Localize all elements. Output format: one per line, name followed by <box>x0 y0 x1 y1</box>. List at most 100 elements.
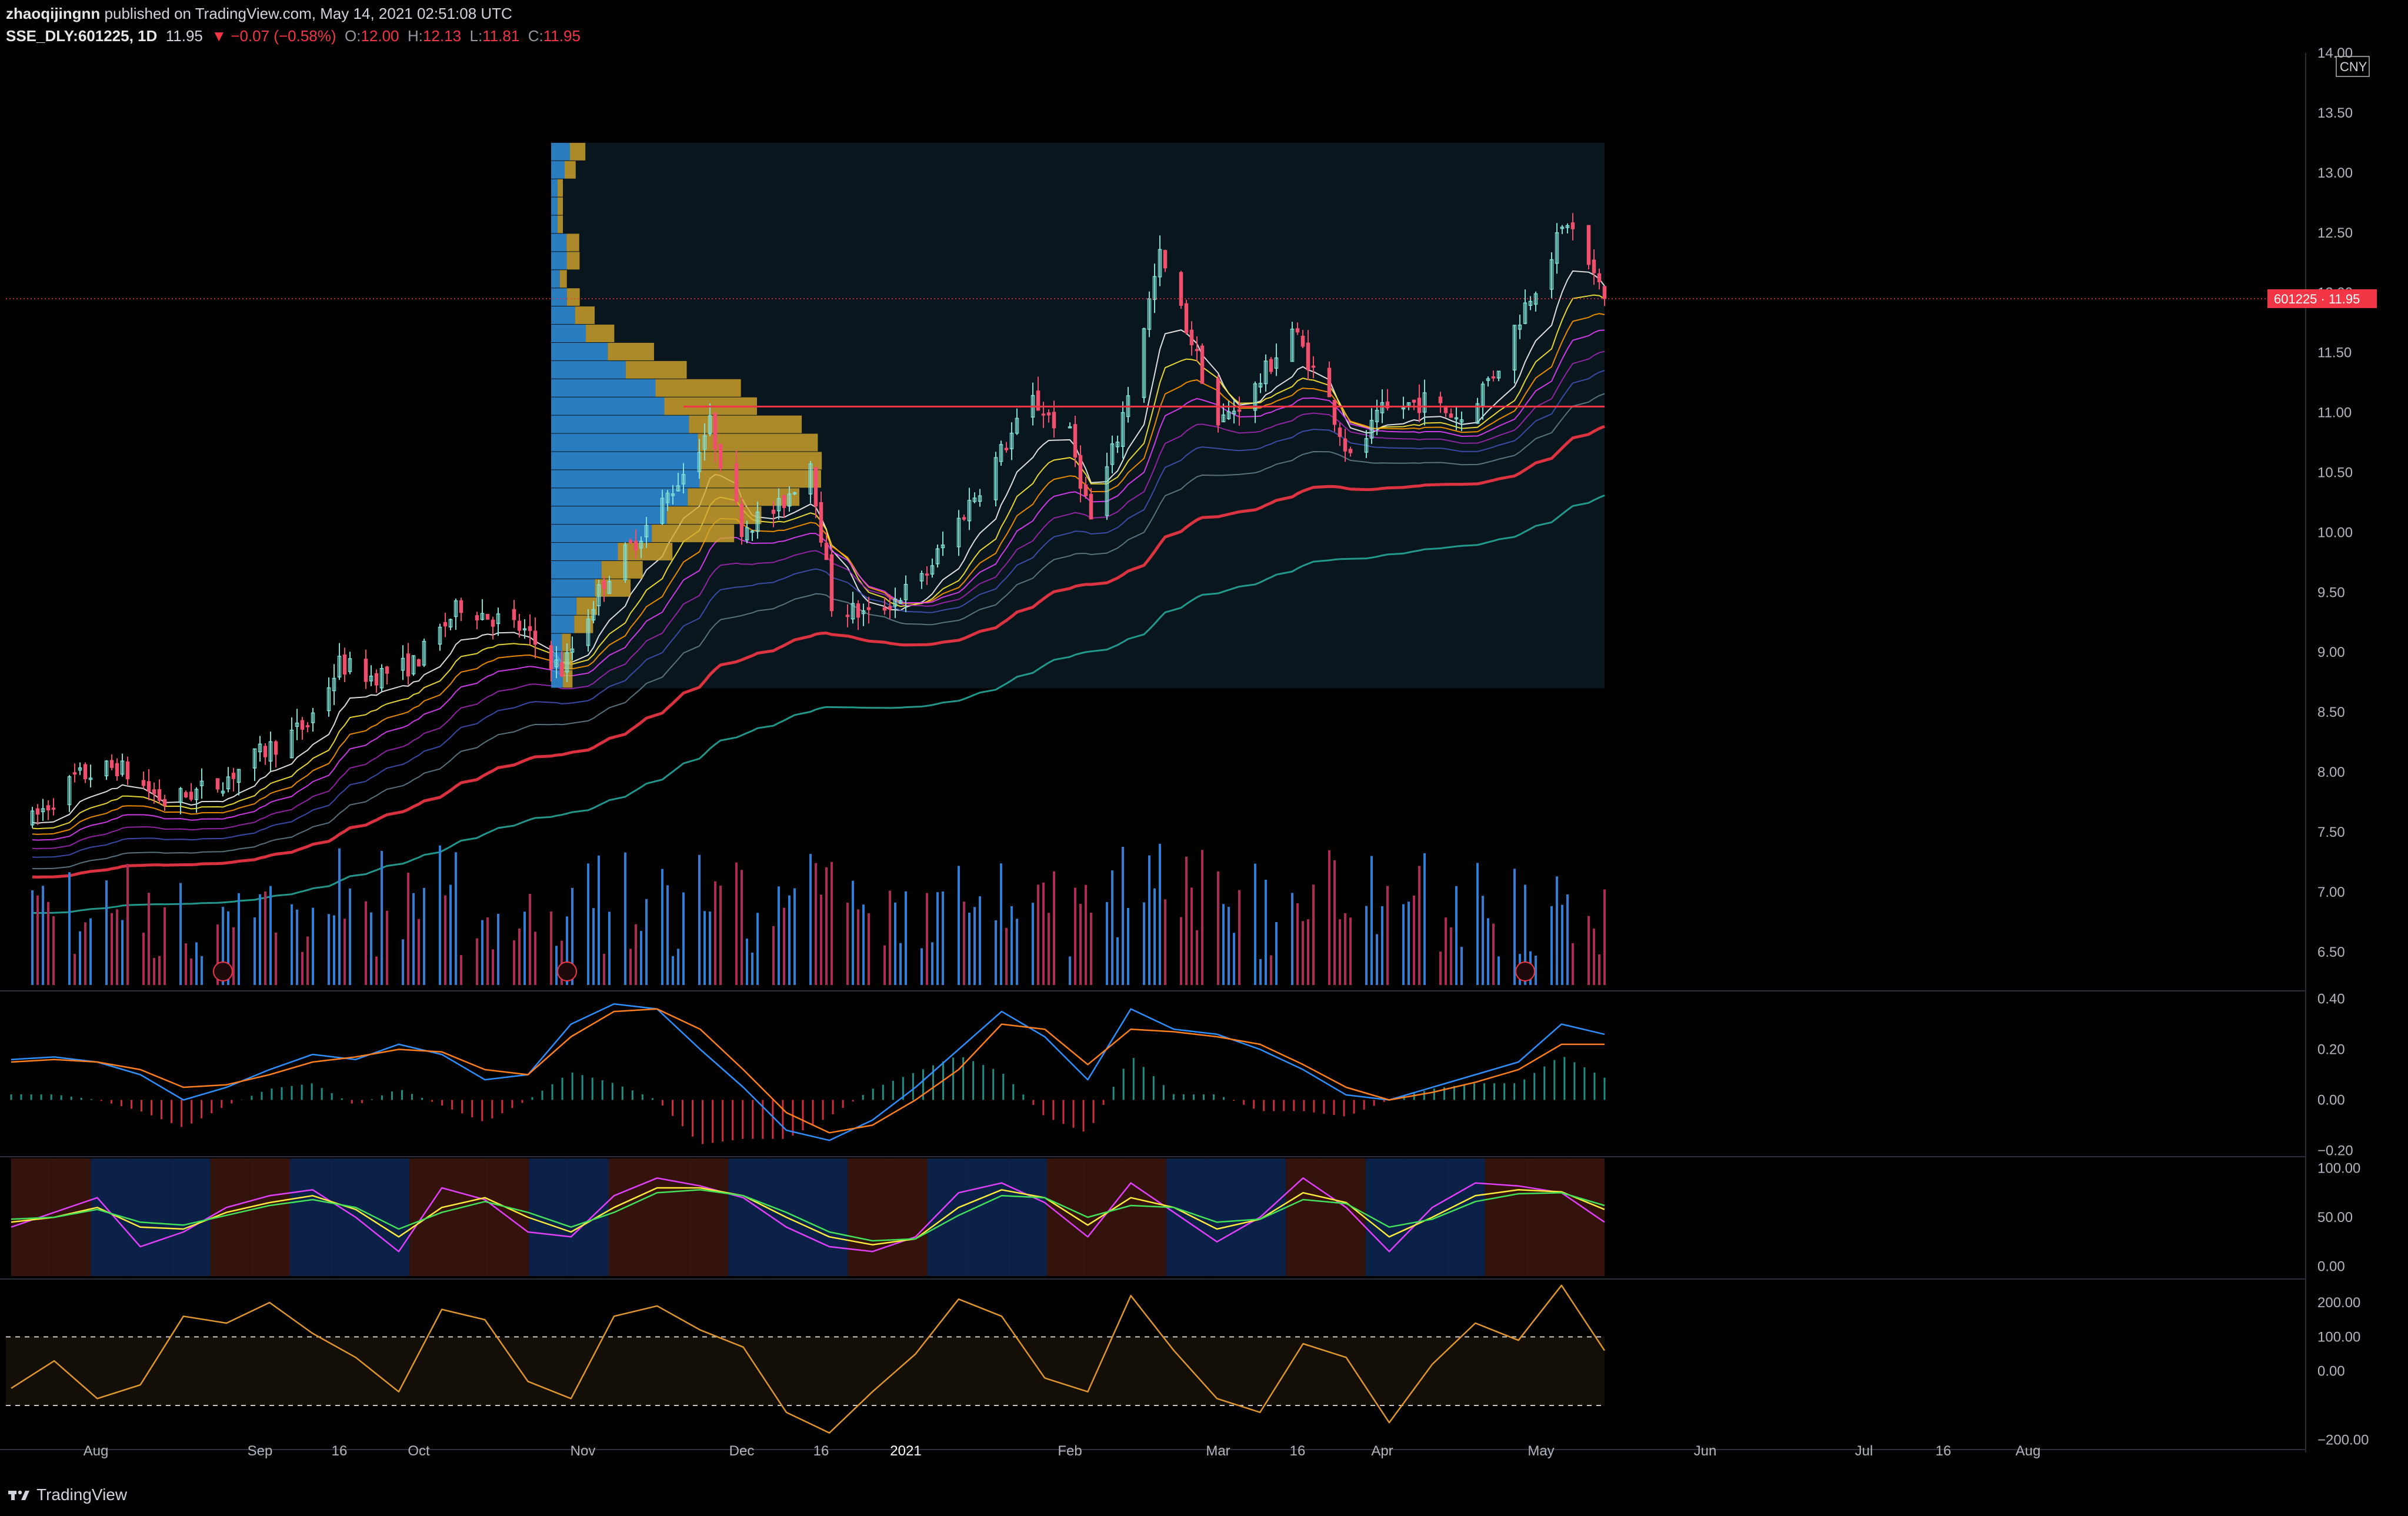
chart-page: { "header": { "author": "zhaoqijingnn", … <box>0 0 2408 1516</box>
candle-body <box>824 542 829 560</box>
candle-body <box>363 659 368 682</box>
volume-bar <box>1222 904 1225 985</box>
volume-bar <box>1016 919 1018 985</box>
candle-body <box>231 773 236 779</box>
volume-profile-up-bar <box>551 215 558 233</box>
macd-histogram-bar <box>391 1091 393 1100</box>
volume-profile-up-bar <box>551 379 656 397</box>
candle-body <box>517 620 522 631</box>
candle-body <box>1269 359 1273 372</box>
volume-bar <box>820 894 822 985</box>
volume-bar <box>529 894 531 985</box>
macd-histogram-bar <box>1152 1076 1155 1100</box>
earnings-marker <box>213 961 233 981</box>
volume-bar <box>116 909 118 985</box>
volume-bar <box>645 899 648 985</box>
volume-bar <box>370 912 372 985</box>
stoch-background-block <box>1206 1158 1246 1276</box>
volume-profile-down-bar <box>689 415 802 433</box>
volume-profile-up-bar <box>551 233 567 252</box>
volume-bar <box>1085 884 1087 985</box>
candle-body <box>406 653 411 677</box>
volume-bar <box>1418 866 1420 985</box>
volume-bar <box>1487 918 1489 985</box>
candle-body <box>1216 378 1220 426</box>
volume-bar <box>1190 887 1193 985</box>
tradingview-brand[interactable]: TradingView <box>36 1485 127 1504</box>
volume-bar <box>1445 917 1447 985</box>
volume-bar <box>868 913 870 985</box>
volume-bar <box>1074 887 1076 985</box>
macd-histogram-bar <box>1002 1074 1005 1100</box>
time-axis-label: Jul <box>1855 1443 1873 1459</box>
macd-histogram-bar <box>1543 1066 1546 1100</box>
macd-histogram-bar <box>1583 1067 1586 1100</box>
stoch-background-block <box>1525 1158 1565 1276</box>
stoch-background-block <box>1405 1158 1446 1276</box>
macd-histogram-bar <box>1062 1100 1065 1124</box>
volume-profile-down-bar <box>566 288 580 306</box>
chart-canvas[interactable]: 14.0013.5013.0012.5012.0011.5011.0010.50… <box>0 0 2408 1482</box>
macd-histogram-bar <box>1182 1094 1185 1100</box>
candle-body <box>1348 449 1353 453</box>
volume-bar <box>201 956 203 985</box>
volume-bar <box>1402 904 1405 985</box>
volume-bar <box>1053 871 1055 985</box>
macd-histogram-bar <box>1263 1100 1265 1111</box>
candle-body <box>35 808 40 815</box>
candle-body <box>888 606 892 610</box>
volume-bar <box>550 911 552 985</box>
macd-histogram-bar <box>1052 1100 1055 1120</box>
volume-bar <box>1185 856 1188 985</box>
macd-histogram-bar <box>531 1097 533 1100</box>
macd-histogram-bar <box>912 1073 914 1100</box>
volume-profile-down-bar <box>558 215 563 233</box>
volume-bar <box>825 867 828 985</box>
macd-histogram-bar <box>251 1096 253 1100</box>
volume-bar <box>291 904 293 985</box>
volume-bar <box>1566 894 1569 985</box>
volume-bar <box>481 920 483 985</box>
macd-histogram-bar <box>732 1100 734 1140</box>
indicator-axis-label: 0.40 <box>2317 991 2345 1007</box>
volume-bar <box>698 854 701 985</box>
macd-histogram-bar <box>481 1100 483 1121</box>
candle-body <box>1332 400 1337 425</box>
macd-histogram-bar <box>1072 1100 1075 1128</box>
candle-body <box>157 789 162 801</box>
macd-histogram-bar <box>872 1088 874 1100</box>
volume-bar <box>412 893 415 985</box>
price-axis-label: 14.00 <box>2317 45 2353 61</box>
macd-histogram-bar <box>80 1097 82 1100</box>
volume-bar <box>995 920 997 985</box>
tradingview-logo-icon[interactable] <box>7 1483 31 1507</box>
macd-histogram-bar <box>561 1077 563 1100</box>
volume-bar <box>1291 893 1293 985</box>
macd-histogram-bar <box>511 1100 513 1108</box>
candle-body <box>72 772 77 775</box>
macd-histogram-bar <box>130 1100 132 1109</box>
candle-body <box>109 760 114 768</box>
stoch-background-block <box>1286 1158 1326 1276</box>
volume-bar <box>666 885 669 985</box>
candle-body <box>342 654 347 675</box>
indicator-axis-label: −200.00 <box>2317 1432 2369 1448</box>
candle-body <box>782 495 786 508</box>
stoch-background-block <box>848 1158 888 1276</box>
macd-histogram-bar <box>461 1100 463 1114</box>
candle-body <box>829 554 834 612</box>
macd-histogram-bar <box>982 1065 985 1100</box>
volume-bar <box>375 956 378 985</box>
volume-bar <box>513 940 515 985</box>
price-axis-label: 7.00 <box>2317 884 2345 900</box>
volume-bar <box>1492 923 1495 985</box>
volume-bar <box>968 912 970 985</box>
macd-histogram-bar <box>1423 1091 1425 1100</box>
macd-histogram-bar <box>1092 1100 1095 1123</box>
volume-bar <box>296 909 298 985</box>
volume-profile-up-bar <box>551 161 565 179</box>
volume-bar <box>1550 906 1553 985</box>
macd-histogram-bar <box>321 1088 323 1100</box>
stoch-background-block <box>250 1158 291 1276</box>
candle-body <box>459 600 463 613</box>
